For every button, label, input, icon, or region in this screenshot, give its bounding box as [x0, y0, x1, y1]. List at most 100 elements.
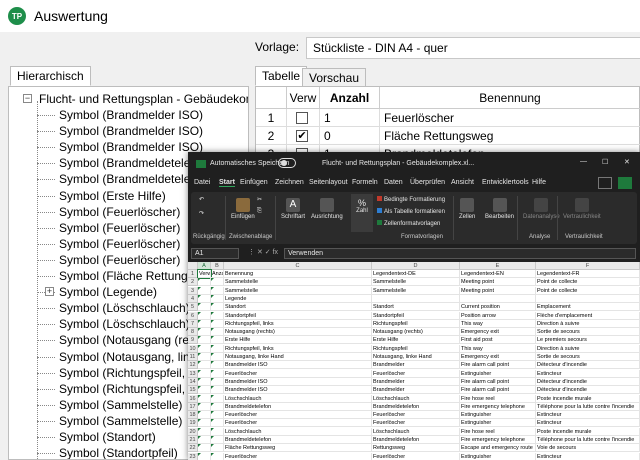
- menu-formeln[interactable]: Formeln: [352, 179, 378, 186]
- row-header[interactable]: 18: [188, 411, 198, 420]
- cell[interactable]: Brandmeldetelefon: [224, 402, 372, 411]
- select-all-corner[interactable]: [188, 262, 198, 270]
- cell[interactable]: Téléphone pour la lutte contre l'incendi…: [536, 402, 640, 411]
- menu-ueberpruefen[interactable]: Überprüfen: [410, 179, 445, 186]
- cell[interactable]: Standort: [372, 303, 460, 312]
- cell[interactable]: Feuerlöscher: [372, 419, 460, 428]
- cell[interactable]: Sortie de secours: [536, 353, 640, 361]
- cell[interactable]: Brandmelder ISO: [224, 386, 372, 395]
- cell[interactable]: Notausgang (rechts): [224, 328, 372, 337]
- cell[interactable]: Fire hose reel: [460, 394, 536, 403]
- cell[interactable]: [372, 294, 460, 303]
- cell[interactable]: Legendentext-EN: [460, 270, 536, 278]
- expand-icon[interactable]: +: [45, 287, 54, 297]
- cell[interactable]: Détecteur d'incendie: [536, 377, 640, 386]
- maximize-icon[interactable]: ☐: [602, 158, 608, 166]
- row-header[interactable]: 12: [188, 361, 198, 370]
- format-as-table-button[interactable]: Als Tabelle formatieren: [377, 208, 445, 215]
- cut-icon[interactable]: ✂: [257, 196, 262, 203]
- copy-icon[interactable]: ⎘: [257, 208, 262, 215]
- tab-hierarchisch[interactable]: Hierarchisch: [10, 66, 91, 86]
- cell[interactable]: Brandmelder ISO: [224, 377, 372, 386]
- cell[interactable]: Legendentext-FR: [536, 270, 640, 278]
- cell[interactable]: Brandmelder: [372, 386, 460, 395]
- menu-einfuegen[interactable]: Einfügen: [240, 179, 268, 186]
- cell[interactable]: Standortpfeil: [224, 311, 372, 320]
- align-button[interactable]: Ausrichtung: [311, 198, 343, 220]
- cell[interactable]: Feuerlöscher: [224, 411, 372, 420]
- row-header[interactable]: 11: [188, 353, 198, 361]
- row-header[interactable]: 21: [188, 436, 198, 444]
- cell[interactable]: Benennung: [224, 270, 372, 278]
- verw-cell[interactable]: [287, 109, 320, 127]
- cell[interactable]: Standortpfeil: [372, 311, 460, 320]
- cell[interactable]: Notausgang (rechts): [372, 328, 460, 337]
- row-header[interactable]: 23: [188, 452, 198, 460]
- cell[interactable]: Feuerlöscher: [372, 452, 460, 460]
- row-header[interactable]: 19: [188, 419, 198, 428]
- cell[interactable]: Extinguisher: [460, 411, 536, 420]
- cell[interactable]: This way: [460, 344, 536, 353]
- benennung-cell[interactable]: Feuerlöscher: [380, 109, 640, 127]
- vorlage-select[interactable]: Stückliste - DIN A4 - quer: [306, 37, 640, 59]
- row-header[interactable]: 20: [188, 427, 198, 436]
- cell[interactable]: Position arrow: [460, 311, 536, 320]
- cell[interactable]: First aid post: [460, 336, 536, 345]
- cell[interactable]: Feuerlöscher: [372, 369, 460, 378]
- name-box[interactable]: A1: [191, 248, 239, 259]
- col-header-benennung[interactable]: Benennung: [380, 87, 640, 109]
- cell[interactable]: Richtungspfeil: [372, 319, 460, 328]
- cell[interactable]: Brandmelder: [372, 377, 460, 386]
- cell[interactable]: Extinguisher: [460, 419, 536, 428]
- menu-daten[interactable]: Daten: [384, 179, 403, 186]
- cell[interactable]: Meeting point: [460, 286, 536, 295]
- cell[interactable]: Notausgang, linke Hand: [372, 353, 460, 361]
- number-button[interactable]: % Zahl: [351, 194, 373, 232]
- row-header[interactable]: 10: [188, 344, 198, 353]
- cell[interactable]: Emergency exit: [460, 353, 536, 361]
- row-header[interactable]: 5: [188, 303, 198, 312]
- row-header[interactable]: 8: [188, 328, 198, 337]
- data-analysis-button[interactable]: Datenanalyse: [523, 198, 560, 220]
- menu-seitenlayout[interactable]: Seitenlayout: [309, 179, 348, 186]
- verw-checkbox[interactable]: ✔: [296, 130, 308, 142]
- minimize-icon[interactable]: —: [580, 158, 587, 165]
- tree-item[interactable]: Symbol (Brandmelder ISO): [9, 107, 248, 123]
- cell[interactable]: Fire emergency telephone: [460, 402, 536, 411]
- tab-tabelle[interactable]: Tabelle: [255, 66, 308, 86]
- cell[interactable]: Notausgang, linke Hand: [224, 353, 372, 361]
- cell[interactable]: Sammelstelle: [372, 278, 460, 287]
- share-icon[interactable]: [618, 177, 632, 189]
- cell[interactable]: Emplacement: [536, 303, 640, 312]
- row-header[interactable]: 7: [188, 319, 198, 328]
- cell[interactable]: Voie de secours: [536, 444, 640, 453]
- cell[interactable]: [460, 294, 536, 303]
- row-header[interactable]: 9: [188, 336, 198, 345]
- cell[interactable]: Extincteur: [536, 419, 640, 428]
- column-header[interactable]: D: [372, 262, 460, 270]
- cell[interactable]: Point de collecte: [536, 286, 640, 295]
- row-header[interactable]: 22: [188, 444, 198, 453]
- paste-button[interactable]: Einfügen: [231, 198, 255, 220]
- formula-input[interactable]: Verwenden: [284, 248, 636, 259]
- anzahl-cell[interactable]: 1: [320, 109, 380, 127]
- tree-item[interactable]: Symbol (Brandmelder ISO): [9, 123, 248, 139]
- col-header-verw[interactable]: Verw: [287, 87, 320, 109]
- cell[interactable]: [536, 294, 640, 303]
- cell[interactable]: Poste incendie murale: [536, 427, 640, 436]
- edit-button[interactable]: Bearbeiten: [485, 198, 514, 220]
- cell[interactable]: Löschschlauch: [372, 427, 460, 436]
- cell[interactable]: This way: [460, 319, 536, 328]
- cell[interactable]: Erste Hilfe: [224, 336, 372, 345]
- conditional-format-button[interactable]: Bedingte Formatierung: [377, 196, 445, 203]
- menu-start[interactable]: Start: [219, 179, 235, 187]
- row-header[interactable]: 3: [188, 286, 198, 295]
- cell[interactable]: Fire hose reel: [460, 427, 536, 436]
- row-header[interactable]: 15: [188, 386, 198, 395]
- cell[interactable]: Extincteur: [536, 452, 640, 460]
- cell[interactable]: Extinguisher: [460, 452, 536, 460]
- cell[interactable]: Fire alarm call point: [460, 377, 536, 386]
- row-header[interactable]: 16: [188, 394, 198, 403]
- cell[interactable]: Anzahl: [211, 270, 224, 278]
- cell[interactable]: Brandmeldetelefon: [372, 436, 460, 444]
